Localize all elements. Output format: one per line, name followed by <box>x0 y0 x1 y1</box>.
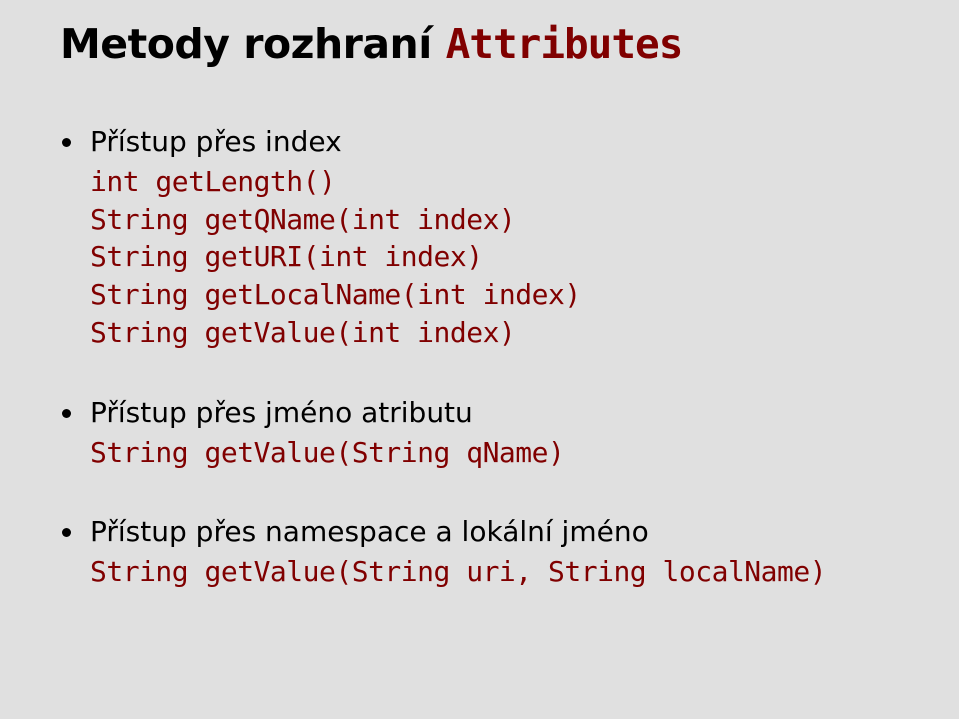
slide-content: Přístup přes index int getLength() Strin… <box>90 123 907 591</box>
code-block: String getValue(String uri, String local… <box>90 553 907 591</box>
bullet-block: Přístup přes index int getLength() Strin… <box>90 123 907 352</box>
title-mono: Attributes <box>446 20 683 68</box>
bullet-text: Přístup přes index <box>90 123 907 161</box>
bullet-block: Přístup přes namespace a lokální jméno S… <box>90 513 907 591</box>
code-block: int getLength() String getQName(int inde… <box>90 163 907 352</box>
slide: Metody rozhraní Attributes Přístup přes … <box>0 0 959 719</box>
title-text: Metody rozhraní <box>60 20 446 68</box>
code-block: String getValue(String qName) <box>90 434 907 472</box>
bullet-text: Přístup přes namespace a lokální jméno <box>90 513 907 551</box>
bullet-block: Přístup přes jméno atributu String getVa… <box>90 394 907 472</box>
slide-title: Metody rozhraní Attributes <box>60 20 907 68</box>
bullet-text: Přístup přes jméno atributu <box>90 394 907 432</box>
